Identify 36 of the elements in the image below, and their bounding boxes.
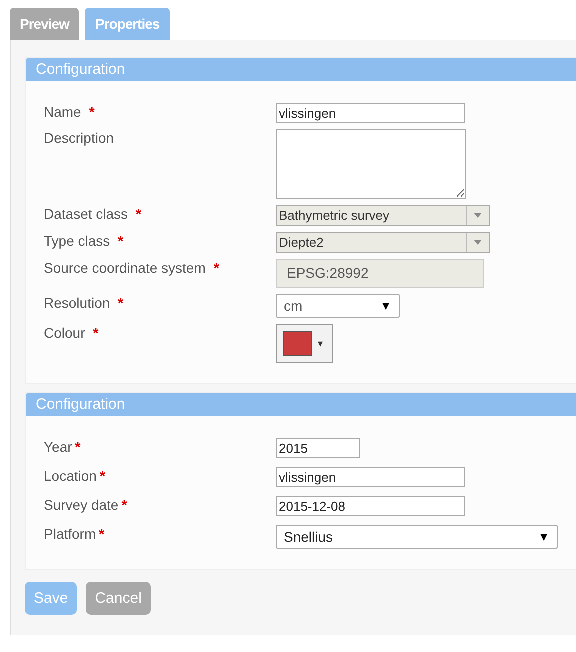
- select-field[interactable]: Snellius ▼: [276, 525, 558, 549]
- field-label: Description: [44, 129, 114, 147]
- section-header: Configuration: [26, 58, 576, 81]
- required-mark: *: [118, 294, 124, 312]
- field-label: Type class: [44, 232, 110, 250]
- dropdown-icon: [474, 240, 482, 245]
- field-label: Colour: [44, 324, 86, 342]
- select-field[interactable]: Diepte2: [276, 232, 490, 253]
- field-label: Source coordinate system: [44, 259, 206, 277]
- section-header: Configuration: [26, 393, 576, 416]
- field-label: Location: [44, 467, 97, 485]
- field-label: Year: [44, 438, 72, 456]
- text-field[interactable]: 2015: [276, 438, 360, 458]
- color-picker[interactable]: ▾: [276, 324, 333, 363]
- required-mark: *: [136, 205, 142, 223]
- text-field[interactable]: vlissingen: [276, 467, 465, 487]
- required-mark: *: [93, 324, 99, 342]
- required-mark: *: [99, 525, 105, 543]
- required-mark: *: [89, 103, 95, 121]
- text-field[interactable]: 2015-12-08: [276, 496, 465, 516]
- text-field[interactable]: vlissingen: [276, 103, 465, 123]
- field-label: Survey date: [44, 496, 119, 514]
- select-field[interactable]: Bathymetric survey: [276, 205, 490, 226]
- select-field[interactable]: cm ▼: [276, 294, 400, 318]
- field-label: Resolution: [44, 294, 110, 312]
- readonly-field[interactable]: EPSG:28992: [276, 259, 484, 288]
- required-mark: *: [214, 259, 220, 277]
- required-mark: *: [118, 232, 124, 250]
- field-label: Dataset class: [44, 205, 128, 223]
- required-mark: *: [122, 496, 128, 514]
- required-mark: *: [75, 438, 81, 456]
- field-label: Platform: [44, 525, 96, 543]
- dropdown-icon: [474, 213, 482, 218]
- required-mark: *: [100, 467, 106, 485]
- text-area[interactable]: [276, 129, 466, 199]
- field-label: Name: [44, 103, 82, 121]
